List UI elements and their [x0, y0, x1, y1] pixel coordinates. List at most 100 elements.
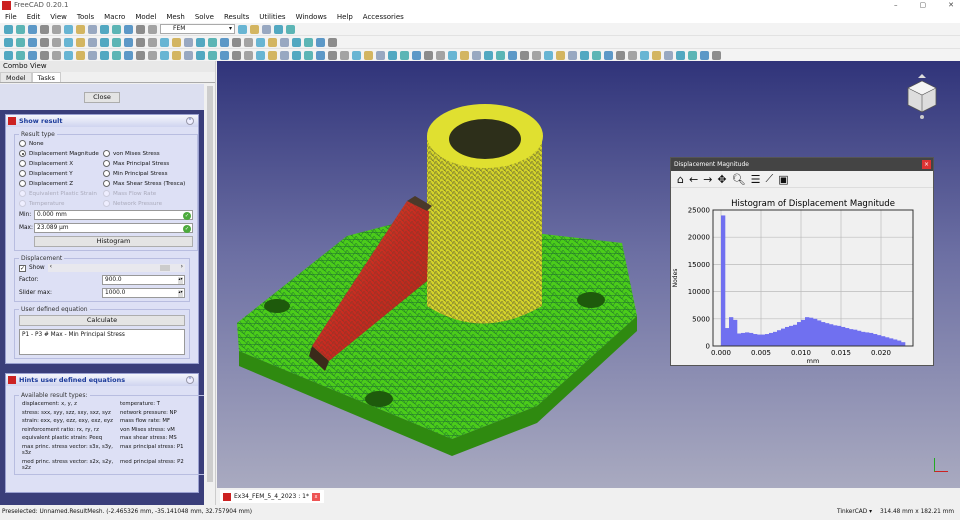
- toolbar-button-icon[interactable]: [88, 24, 97, 34]
- calculate-button[interactable]: Calculate: [19, 315, 185, 326]
- save-icon[interactable]: ▣: [778, 173, 788, 186]
- toolbar-button-icon[interactable]: [148, 37, 157, 47]
- toolbar-button-icon[interactable]: [592, 50, 601, 60]
- toolbar-button-icon[interactable]: [232, 50, 241, 60]
- toolbar-button-icon[interactable]: [676, 50, 685, 60]
- toolbar-button-icon[interactable]: [274, 24, 283, 34]
- toolbar-button-icon[interactable]: [700, 50, 709, 60]
- toolbar-button-icon[interactable]: [16, 37, 25, 47]
- toolbar-button-icon[interactable]: [16, 24, 25, 34]
- menu-macro[interactable]: Macro: [104, 11, 125, 23]
- toolbar-button-icon[interactable]: [88, 50, 97, 60]
- toolbar-button-icon[interactable]: [268, 50, 277, 60]
- toolbar-button-icon[interactable]: [436, 50, 445, 60]
- maximize-button[interactable]: ▢: [920, 0, 927, 11]
- toolbar-button-icon[interactable]: [52, 37, 61, 47]
- menu-solve[interactable]: Solve: [195, 11, 214, 23]
- toolbar-button-icon[interactable]: [88, 37, 97, 47]
- radio-displacement-y[interactable]: Displacement Y: [19, 170, 103, 177]
- toolbar-button-icon[interactable]: [280, 37, 289, 47]
- toolbar-button-icon[interactable]: [172, 37, 181, 47]
- toolbar-button-icon[interactable]: [262, 24, 271, 34]
- slider-max-spinbox[interactable]: 1000.0 ▴▾: [102, 288, 185, 298]
- menu-accessories[interactable]: Accessories: [363, 11, 404, 23]
- edit-axis-icon[interactable]: ⟋: [765, 172, 773, 186]
- toolbar-button-icon[interactable]: [256, 50, 265, 60]
- equation-textarea[interactable]: P1 - P3 # Max - Min Principal Stress: [19, 329, 185, 355]
- radio-mass-flow-rate[interactable]: Mass Flow Rate: [103, 190, 193, 197]
- toolbar-button-icon[interactable]: [4, 37, 13, 47]
- navigation-style-selector[interactable]: TinkerCAD ▾: [837, 505, 872, 520]
- toolbar-button-icon[interactable]: [100, 37, 109, 47]
- toolbar-button-icon[interactable]: [76, 24, 85, 34]
- radio-von-mises-stress[interactable]: von Mises Stress: [103, 150, 193, 157]
- toolbar-button-icon[interactable]: [172, 50, 181, 60]
- toolbar-button-icon[interactable]: [532, 50, 541, 60]
- zoom-icon[interactable]: 🔍︎: [732, 173, 746, 186]
- toolbar-button-icon[interactable]: [124, 37, 133, 47]
- toolbar-button-icon[interactable]: [292, 50, 301, 60]
- toolbar-button-icon[interactable]: [412, 50, 421, 60]
- toolbar-button-icon[interactable]: [208, 50, 217, 60]
- toolbar-button-icon[interactable]: [196, 37, 205, 47]
- toolbar-button-icon[interactable]: [400, 50, 409, 60]
- toolbar-button-icon[interactable]: [136, 50, 145, 60]
- radio-displacement-x[interactable]: Displacement X: [19, 160, 103, 167]
- toolbar-button-icon[interactable]: [508, 50, 517, 60]
- workbench-selector[interactable]: FEM ▾: [160, 24, 235, 34]
- radio-displacement-z[interactable]: Displacement Z: [19, 180, 103, 187]
- toolbar-button-icon[interactable]: [124, 24, 133, 34]
- toolbar-button-icon[interactable]: [64, 50, 73, 60]
- task-scrollbar[interactable]: [205, 84, 215, 505]
- radio-min-principal-stress[interactable]: Min Principal Stress: [103, 170, 193, 177]
- toolbar-button-icon[interactable]: [376, 50, 385, 60]
- toolbar-button-icon[interactable]: [244, 50, 253, 60]
- toolbar-button-icon[interactable]: [286, 24, 295, 34]
- subplots-icon[interactable]: ☰: [751, 173, 761, 186]
- toolbar-button-icon[interactable]: [304, 50, 313, 60]
- menu-results[interactable]: Results: [224, 11, 249, 23]
- show-checkbox[interactable]: ✓: [19, 264, 26, 272]
- close-histogram-button[interactable]: ×: [922, 160, 931, 169]
- toolbar-button-icon[interactable]: [316, 50, 325, 60]
- toolbar-button-icon[interactable]: [472, 50, 481, 60]
- toolbar-button-icon[interactable]: [328, 37, 337, 47]
- radio-max-shear-stress-tresca-[interactable]: Max Shear Stress (Tresca): [103, 180, 193, 187]
- toolbar-button-icon[interactable]: [40, 37, 49, 47]
- document-tab[interactable]: Ex34_FEM_5_4_2023 : 1* x: [220, 490, 324, 503]
- toolbar-button-icon[interactable]: [256, 37, 265, 47]
- toolbar-button-icon[interactable]: [196, 50, 205, 60]
- toolbar-button-icon[interactable]: [76, 50, 85, 60]
- toolbar-button-icon[interactable]: [580, 50, 589, 60]
- toolbar-button-icon[interactable]: [652, 50, 661, 60]
- collapse-icon[interactable]: ⌃: [186, 376, 194, 384]
- toolbar-button-icon[interactable]: [76, 37, 85, 47]
- toolbar-button-icon[interactable]: [136, 24, 145, 34]
- toolbar-button-icon[interactable]: [520, 50, 529, 60]
- toolbar-button-icon[interactable]: [52, 24, 61, 34]
- menu-utilities[interactable]: Utilities: [259, 11, 285, 23]
- toolbar-button-icon[interactable]: [544, 50, 553, 60]
- toolbar-button-icon[interactable]: [316, 37, 325, 47]
- toolbar-button-icon[interactable]: [28, 24, 37, 34]
- tab-model[interactable]: Model: [0, 72, 32, 82]
- close-button[interactable]: Close: [84, 91, 120, 103]
- toolbar-button-icon[interactable]: [340, 50, 349, 60]
- collapse-icon[interactable]: ⌃: [186, 117, 194, 125]
- toolbar-button-icon[interactable]: [388, 50, 397, 60]
- menu-model[interactable]: Model: [135, 11, 156, 23]
- toolbar-button-icon[interactable]: [148, 50, 157, 60]
- toolbar-button-icon[interactable]: [268, 37, 277, 47]
- toolbar-button-icon[interactable]: [112, 24, 121, 34]
- menu-mesh[interactable]: Mesh: [166, 11, 184, 23]
- toolbar-button-icon[interactable]: [616, 50, 625, 60]
- toolbar-button-icon[interactable]: [112, 37, 121, 47]
- back-arrow-icon[interactable]: ←: [689, 173, 698, 186]
- toolbar-button-icon[interactable]: [244, 37, 253, 47]
- toolbar-button-icon[interactable]: [604, 50, 613, 60]
- slider-thumb[interactable]: [160, 265, 171, 271]
- toolbar-button-icon[interactable]: [112, 50, 121, 60]
- toolbar-button-icon[interactable]: [304, 37, 313, 47]
- toolbar-button-icon[interactable]: [250, 24, 259, 34]
- max-field[interactable]: 23.089 µm ✓: [34, 223, 193, 233]
